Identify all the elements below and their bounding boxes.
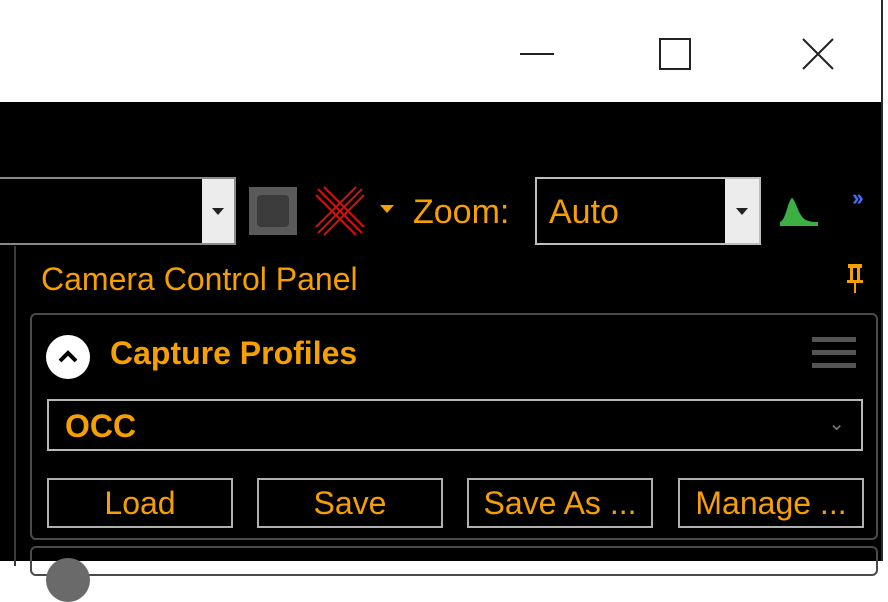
panel-title: Camera Control Panel: [41, 261, 358, 297]
zoom-dropdown-button[interactable]: [725, 179, 759, 243]
caret-down-icon: [212, 207, 224, 215]
camera-select-combo[interactable]: [0, 177, 236, 245]
collapse-circle-icon[interactable]: [46, 558, 90, 602]
close-button[interactable]: [784, 22, 852, 86]
crosshair-dropdown-icon[interactable]: [380, 205, 394, 213]
minimize-button[interactable]: [503, 22, 571, 86]
caret-down-icon: [736, 207, 748, 215]
maximize-icon: [659, 38, 691, 70]
hamburger-menu-icon[interactable]: [812, 337, 856, 371]
camera-select-dropdown-button[interactable]: [202, 179, 234, 243]
profile-select[interactable]: OCC ⌄: [47, 399, 863, 451]
zoom-label: Zoom:: [413, 193, 510, 231]
section-title: Capture Profiles: [110, 335, 358, 371]
frame-icon[interactable]: [249, 187, 297, 235]
zoom-select[interactable]: Auto: [535, 177, 761, 245]
close-icon: [802, 38, 834, 70]
window-titlebar: [0, 0, 888, 102]
window-frame-line: [881, 0, 883, 561]
save-as-button[interactable]: Save As ...: [467, 478, 653, 528]
minimize-icon: [520, 53, 554, 55]
chevron-down-icon: ⌄: [828, 413, 845, 435]
manage-button[interactable]: Manage ...: [678, 478, 864, 528]
chevron-double-right-icon[interactable]: ››: [852, 185, 864, 211]
capture-profiles-section: Capture Profiles OCC ⌄ Load Save Save As…: [30, 313, 878, 540]
collapse-chevron-up-icon[interactable]: [46, 335, 90, 379]
pin-icon[interactable]: [845, 262, 865, 294]
save-button[interactable]: Save: [257, 478, 443, 528]
profile-value: OCC: [65, 408, 137, 444]
load-button[interactable]: Load: [47, 478, 233, 528]
histogram-icon[interactable]: [778, 194, 820, 228]
crosshair-x-icon[interactable]: [312, 183, 368, 239]
maximize-button[interactable]: [641, 22, 709, 86]
next-section-header: [30, 546, 878, 602]
zoom-value: Auto: [549, 193, 619, 231]
